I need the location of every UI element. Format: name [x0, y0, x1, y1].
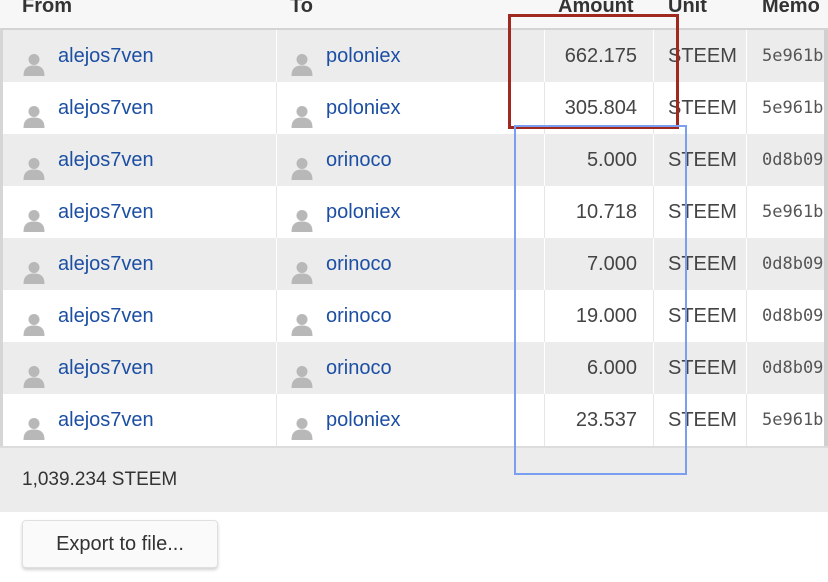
table-left-border [0, 30, 3, 446]
column-header-from[interactable]: From [22, 0, 298, 28]
from-account-link[interactable]: alejos7ven [58, 394, 154, 446]
user-icon [22, 44, 46, 76]
memo-value: 5e961b1 [762, 202, 828, 222]
to-account-link[interactable]: poloniex [326, 82, 401, 134]
to-cell: orinoco [277, 342, 544, 394]
user-icon [22, 304, 46, 336]
column-header-memo[interactable]: Memo [762, 0, 828, 28]
memo-value: 0d8b094 [762, 254, 828, 274]
from-cell: alejos7ven [0, 290, 276, 342]
to-account-link[interactable]: orinoco [326, 238, 392, 290]
table-row: alejos7ven poloniex 23.537 STEEM 5e961b1 [0, 394, 828, 446]
memo-value: 5e961b1 [762, 46, 828, 66]
user-icon [22, 252, 46, 284]
to-account-link[interactable]: poloniex [326, 30, 401, 82]
column-header-unit[interactable]: Unit [668, 0, 760, 28]
from-cell: alejos7ven [0, 238, 276, 290]
memo-value: 0d8b094 [762, 306, 828, 326]
from-account-link[interactable]: alejos7ven [58, 30, 154, 82]
from-account-link[interactable]: alejos7ven [58, 342, 154, 394]
user-icon [290, 44, 314, 76]
from-account-link[interactable]: alejos7ven [58, 290, 154, 342]
table-row: alejos7ven orinoco 19.000 STEEM 0d8b094 [0, 290, 828, 342]
user-icon [22, 408, 46, 440]
from-account-link[interactable]: alejos7ven [58, 186, 154, 238]
from-cell: alejos7ven [0, 30, 276, 82]
user-icon [290, 148, 314, 180]
total-row: 1,039.234 STEEM [0, 446, 828, 512]
memo-value: 5e961b1 [762, 410, 828, 430]
memo-cell: 0d8b094 [747, 134, 828, 186]
memo-value: 0d8b094 [762, 358, 828, 378]
from-cell: alejos7ven [0, 82, 276, 134]
from-account-link[interactable]: alejos7ven [58, 238, 154, 290]
memo-cell: 5e961b1 [747, 82, 828, 134]
memo-cell: 5e961b1 [747, 30, 828, 82]
from-account-link[interactable]: alejos7ven [58, 82, 154, 134]
table-header: From To Amount Unit Memo [0, 0, 828, 30]
memo-cell: 0d8b094 [747, 290, 828, 342]
table-row: alejos7ven poloniex 10.718 STEEM 5e961b1 [0, 186, 828, 238]
to-cell: poloniex [277, 186, 544, 238]
total-amount: 1,039.234 STEEM [22, 469, 178, 490]
from-cell: alejos7ven [0, 134, 276, 186]
memo-cell: 5e961b1 [747, 394, 828, 446]
export-to-file-button[interactable]: Export to file... [22, 520, 218, 568]
blue-highlight-box [514, 125, 687, 475]
user-icon [22, 200, 46, 232]
memo-value: 5e961b1 [762, 98, 828, 118]
to-cell: orinoco [277, 134, 544, 186]
user-icon [290, 252, 314, 284]
scrollbar[interactable] [824, 30, 828, 446]
from-cell: alejos7ven [0, 394, 276, 446]
user-icon [290, 96, 314, 128]
to-cell: poloniex [277, 30, 544, 82]
to-cell: orinoco [277, 290, 544, 342]
from-cell: alejos7ven [0, 186, 276, 238]
memo-value: 0d8b094 [762, 150, 828, 170]
user-icon [290, 304, 314, 336]
user-icon [22, 356, 46, 388]
to-account-link[interactable]: orinoco [326, 342, 392, 394]
red-highlight-box [508, 14, 679, 129]
table-row: alejos7ven poloniex 305.804 STEEM 5e961b1 [0, 82, 828, 134]
to-account-link[interactable]: orinoco [326, 134, 392, 186]
user-icon [22, 148, 46, 180]
table-row: alejos7ven orinoco 6.000 STEEM 0d8b094 [0, 342, 828, 394]
memo-cell: 0d8b094 [747, 238, 828, 290]
table-row: alejos7ven orinoco 5.000 STEEM 0d8b094 [0, 134, 828, 186]
user-icon [290, 408, 314, 440]
memo-cell: 0d8b094 [747, 342, 828, 394]
to-cell: poloniex [277, 82, 544, 134]
user-icon [290, 200, 314, 232]
to-account-link[interactable]: poloniex [326, 394, 401, 446]
from-cell: alejos7ven [0, 342, 276, 394]
user-icon [290, 356, 314, 388]
from-account-link[interactable]: alejos7ven [58, 134, 154, 186]
to-account-link[interactable]: poloniex [326, 186, 401, 238]
to-account-link[interactable]: orinoco [326, 290, 392, 342]
memo-cell: 5e961b1 [747, 186, 828, 238]
table-row: alejos7ven poloniex 662.175 STEEM 5e961b1 [0, 30, 828, 82]
user-icon [22, 96, 46, 128]
to-cell: orinoco [277, 238, 544, 290]
to-cell: poloniex [277, 394, 544, 446]
table-row: alejos7ven orinoco 7.000 STEEM 0d8b094 [0, 238, 828, 290]
